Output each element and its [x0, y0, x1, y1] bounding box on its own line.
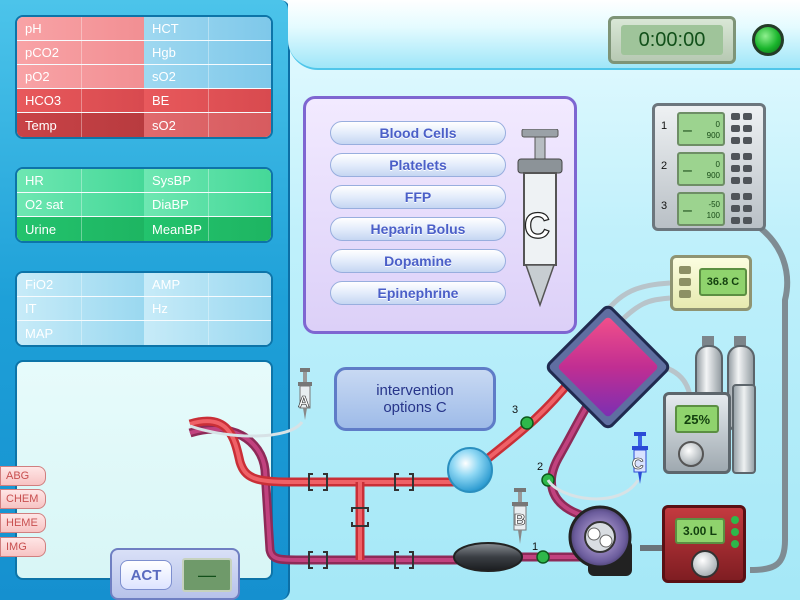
venous-tube: [188, 424, 460, 565]
gas-blender-value: 25%: [675, 405, 719, 433]
pump-buttons: [731, 193, 755, 225]
pump-value-top: 0: [715, 120, 720, 129]
pump-number: 2: [661, 160, 668, 172]
bubble-detector-icon[interactable]: [447, 447, 493, 493]
gas-blender[interactable]: 25%: [663, 392, 731, 474]
temperature-monitor[interactable]: 36.8 C: [670, 255, 752, 311]
bladder-icon[interactable]: [453, 542, 523, 572]
venous-tube-highlight: [189, 427, 460, 562]
pump-value-top: -50: [708, 200, 720, 209]
flow-indicator-icon: [731, 528, 739, 536]
pump-button[interactable]: [731, 177, 740, 184]
connector-3-label: 3: [512, 404, 519, 416]
dopamine-button[interactable]: Dopamine: [330, 249, 506, 273]
pump-button[interactable]: [743, 137, 752, 144]
pump-screen: – -50 100: [677, 192, 725, 226]
pump-display: –: [683, 202, 692, 219]
pump-button[interactable]: [731, 193, 740, 200]
temp-button[interactable]: [679, 278, 691, 286]
pump-button[interactable]: [731, 165, 740, 172]
pump-number: 3: [661, 200, 668, 212]
temperature-value: 36.8 C: [699, 268, 747, 296]
port-c-label: C: [632, 456, 644, 474]
intervention-options-line1: intervention: [376, 382, 454, 399]
epinephrine-button[interactable]: Epinephrine: [330, 281, 506, 305]
infusion-pump[interactable]: 3 – -50 100: [661, 192, 757, 228]
pump-button[interactable]: [731, 113, 740, 120]
pump-number: 1: [661, 120, 668, 132]
pump-screen: – 0 900: [677, 152, 725, 186]
platelets-button[interactable]: Platelets: [330, 153, 506, 177]
intervention-panel: Blood Cells Platelets FFP Heparin Bolus …: [303, 96, 577, 334]
connector-1-label: 1: [532, 541, 539, 553]
connector-2-label: 2: [537, 461, 544, 473]
blood-cells-button[interactable]: Blood Cells: [330, 121, 506, 145]
pump-value-top: 0: [715, 160, 720, 169]
infusion-pump[interactable]: 2 – 0 900: [661, 152, 757, 188]
pump-button[interactable]: [743, 205, 752, 212]
pump-value-bottom: 900: [706, 171, 720, 180]
port-a-label: A: [298, 394, 310, 412]
pump-buttons: [731, 153, 755, 185]
infusion-pump[interactable]: 1 – 0 900: [661, 112, 757, 148]
heparin-bolus-button[interactable]: Heparin Bolus: [330, 217, 506, 241]
temp-button[interactable]: [679, 266, 691, 274]
pump-button[interactable]: [743, 113, 752, 120]
connector-3-dot[interactable]: [520, 416, 534, 430]
gas-blender-knob-icon[interactable]: [678, 441, 704, 467]
pump-rotor: [587, 527, 601, 541]
pump-button[interactable]: [743, 177, 752, 184]
pump-button[interactable]: [731, 205, 740, 212]
pump-buttons: [731, 113, 755, 145]
intervention-options-button[interactable]: intervention options C: [334, 367, 496, 431]
pump-button[interactable]: [743, 193, 752, 200]
syringe-c-line: [546, 479, 640, 501]
connector-1-dot[interactable]: [536, 550, 550, 564]
pump-value-bottom: 100: [706, 211, 720, 220]
pump-screen: – 0 900: [677, 112, 725, 146]
intervention-options-line2: options C: [383, 399, 447, 416]
port-b-label: B: [514, 512, 526, 530]
gas-flow-meter[interactable]: [732, 384, 756, 474]
pump-display: –: [683, 122, 692, 139]
temp-button[interactable]: [679, 290, 691, 298]
flow-knob-icon[interactable]: [691, 550, 719, 578]
pump-display: –: [683, 162, 692, 179]
flow-indicator-icon: [731, 516, 739, 524]
flow-indicator-icon: [731, 540, 739, 548]
syringe-c-label: C: [523, 204, 550, 246]
pump-button[interactable]: [731, 217, 740, 224]
pump-value-bottom: 900: [706, 131, 720, 140]
pump-button[interactable]: [731, 153, 740, 160]
pump-button[interactable]: [743, 153, 752, 160]
pump-rotor: [599, 534, 613, 548]
pump-button[interactable]: [731, 125, 740, 132]
pump-button[interactable]: [743, 125, 752, 132]
pump-button[interactable]: [743, 217, 752, 224]
ffp-button[interactable]: FFP: [330, 185, 506, 209]
pump-button[interactable]: [731, 137, 740, 144]
pump-button[interactable]: [743, 165, 752, 172]
pump-flow-console[interactable]: 3.00 L: [662, 505, 746, 583]
flow-value: 3.00 L: [675, 518, 725, 544]
infusion-pump-rack: 1 – 0 900 2 – 0 900 3 – -50 100: [652, 103, 766, 231]
